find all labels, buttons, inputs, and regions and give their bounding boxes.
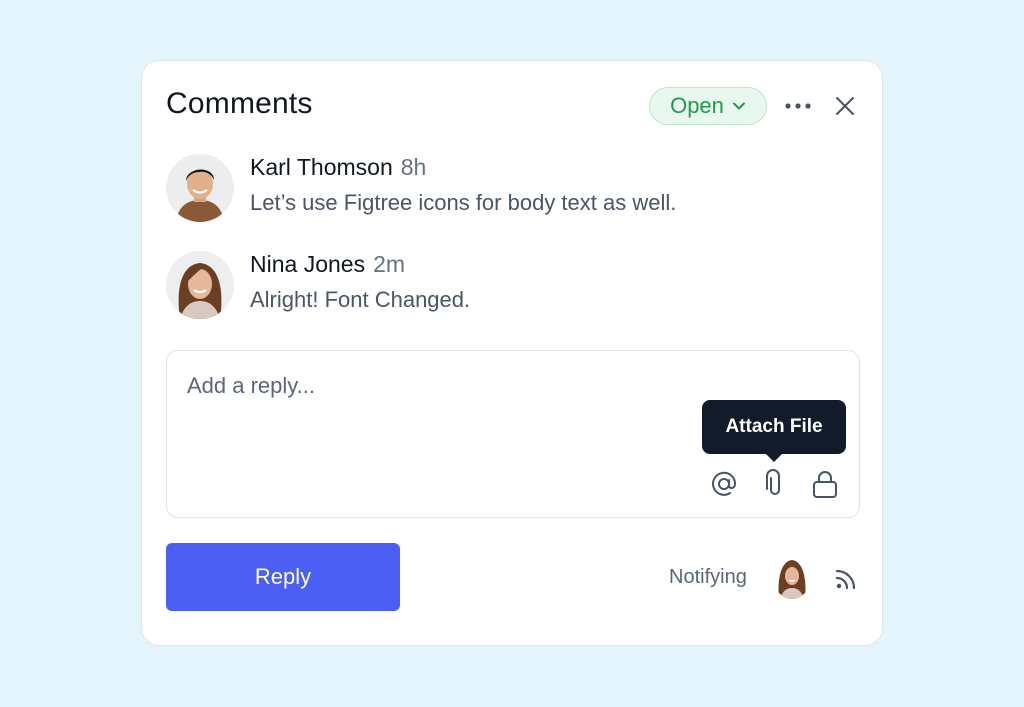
status-dropdown[interactable]: Open (649, 87, 767, 125)
attach-file-button[interactable] (758, 467, 792, 501)
reply-box: Attach File (166, 350, 860, 518)
comment-timestamp: 8h (400, 154, 427, 180)
comment-header: Karl Thomson 8h (250, 154, 426, 181)
avatar-nina-image (166, 251, 234, 319)
notifying-avatar[interactable] (773, 555, 811, 599)
comments-panel: Comments Open Karl Thomson 8h Let’s use … (141, 60, 883, 646)
comment-text: Alright! Font Changed. (250, 287, 471, 312)
private-toggle-button[interactable] (808, 467, 842, 501)
panel-title: Comments (166, 87, 313, 120)
comment-timestamp: 2m (373, 251, 406, 277)
chevron-down-icon (732, 102, 745, 110)
more-horizontal-icon (785, 103, 811, 109)
notifying-label: Notifying (669, 566, 747, 588)
comment-author: Nina Jones (250, 251, 366, 277)
avatar[interactable] (166, 154, 234, 222)
reply-input[interactable] (187, 371, 687, 401)
more-options-button[interactable] (782, 91, 814, 121)
close-button[interactable] (830, 91, 860, 121)
avatar-nina-small-image (773, 555, 811, 599)
paperclip-icon (766, 469, 780, 495)
rss-icon (835, 569, 856, 590)
comment-author: Karl Thomson (250, 154, 393, 180)
avatar[interactable] (166, 251, 234, 319)
lock-icon (813, 471, 837, 498)
status-label: Open (670, 93, 724, 118)
subscribe-button[interactable] (832, 565, 860, 593)
comment-text: Let’s use Figtree icons for body text as… (250, 190, 677, 215)
close-icon (836, 97, 854, 115)
attach-file-tooltip: Attach File (702, 400, 846, 462)
at-mention-icon (712, 471, 737, 496)
avatar-karl-image (166, 154, 234, 222)
mention-button[interactable] (707, 467, 741, 501)
reply-button[interactable]: Reply (166, 543, 400, 611)
comment-header: Nina Jones 2m (250, 251, 405, 278)
